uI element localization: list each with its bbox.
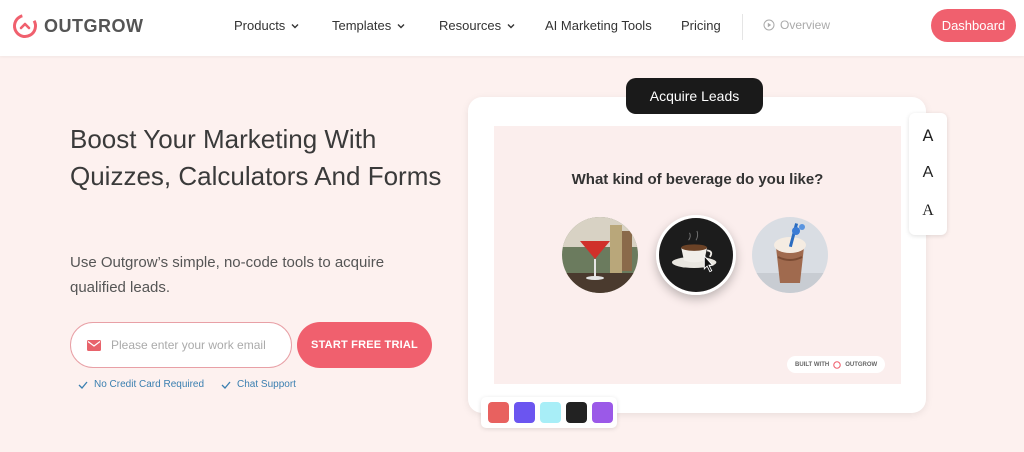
- quiz-preview: What kind of beverage do you like? BUILT…: [494, 126, 901, 384]
- top-navigation: OUTGROW Products Templates Resources AI …: [0, 0, 1024, 56]
- font-option-sans[interactable]: A: [909, 126, 947, 145]
- color-swatch-red[interactable]: [488, 402, 509, 423]
- nav-resources-label: Resources: [439, 18, 502, 33]
- nav-templates-label: Templates: [332, 18, 392, 33]
- chevron-down-icon: [397, 23, 405, 28]
- answer-option-milkshake[interactable]: [752, 217, 828, 293]
- hero-title: Boost Your Marketing With Quizzes, Calcu…: [70, 124, 442, 191]
- coffee-cup-icon: [659, 218, 733, 292]
- nav-resources[interactable]: Resources: [439, 18, 515, 33]
- nav-products-label: Products: [234, 18, 286, 33]
- font-option-narrow[interactable]: A: [909, 164, 947, 182]
- check-label: No Credit Card Required: [94, 379, 205, 390]
- check-no-credit-card: No Credit Card Required: [78, 379, 204, 390]
- checkmark-icon: [221, 381, 231, 389]
- email-field-wrapper: [70, 322, 292, 368]
- nav-pricing-label: Pricing: [681, 18, 721, 33]
- overview-link[interactable]: Overview: [763, 18, 830, 32]
- nav-pricing[interactable]: Pricing: [681, 18, 721, 33]
- font-picker: A A A: [909, 113, 947, 235]
- brand-name: OUTGROW: [44, 15, 144, 36]
- color-swatch-black[interactable]: [566, 402, 587, 423]
- built-with-brand: OUTGROW: [845, 361, 878, 368]
- email-input[interactable]: [111, 338, 281, 352]
- built-with-label: BUILT WITH: [795, 361, 830, 368]
- nav-divider: [742, 14, 743, 40]
- color-picker: [481, 397, 617, 428]
- overview-label: Overview: [780, 18, 831, 32]
- start-free-trial-button[interactable]: START FREE TRIAL: [297, 322, 432, 368]
- chevron-down-icon: [507, 23, 515, 28]
- outgrow-logo-icon: [13, 14, 37, 38]
- nav-ai-marketing-tools[interactable]: AI Marketing Tools: [545, 18, 652, 33]
- nav-templates[interactable]: Templates: [332, 18, 405, 33]
- color-swatch-blue[interactable]: [514, 402, 535, 423]
- dashboard-button[interactable]: Dashboard: [931, 9, 1016, 42]
- acquire-leads-badge: Acquire Leads: [626, 78, 763, 114]
- font-option-serif[interactable]: A: [909, 202, 947, 220]
- answer-option-coffee[interactable]: [656, 215, 736, 295]
- outgrow-logo[interactable]: OUTGROW: [12, 13, 144, 39]
- play-circle-icon: [763, 19, 775, 31]
- mail-icon: [87, 339, 101, 351]
- color-swatch-purple[interactable]: [592, 402, 613, 423]
- hero-subtitle: Use Outgrow’s simple, no-code tools to a…: [70, 254, 385, 296]
- nav-ai-marketing-tools-label: AI Marketing Tools: [545, 18, 652, 33]
- built-with-badge[interactable]: BUILT WITH OUTGROW: [787, 356, 886, 373]
- chevron-down-icon: [291, 23, 299, 28]
- outgrow-logo-icon: [833, 360, 841, 369]
- checkmark-icon: [78, 381, 88, 389]
- nav-products[interactable]: Products: [234, 18, 299, 33]
- color-swatch-cyan[interactable]: [540, 402, 561, 423]
- cocktail-icon: [562, 217, 638, 293]
- quiz-question: What kind of beverage do you like?: [571, 171, 824, 188]
- check-label: Chat Support: [237, 379, 296, 390]
- check-chat-support: Chat Support: [221, 379, 296, 390]
- answer-option-cocktail[interactable]: [562, 217, 638, 293]
- milkshake-icon: [752, 217, 828, 293]
